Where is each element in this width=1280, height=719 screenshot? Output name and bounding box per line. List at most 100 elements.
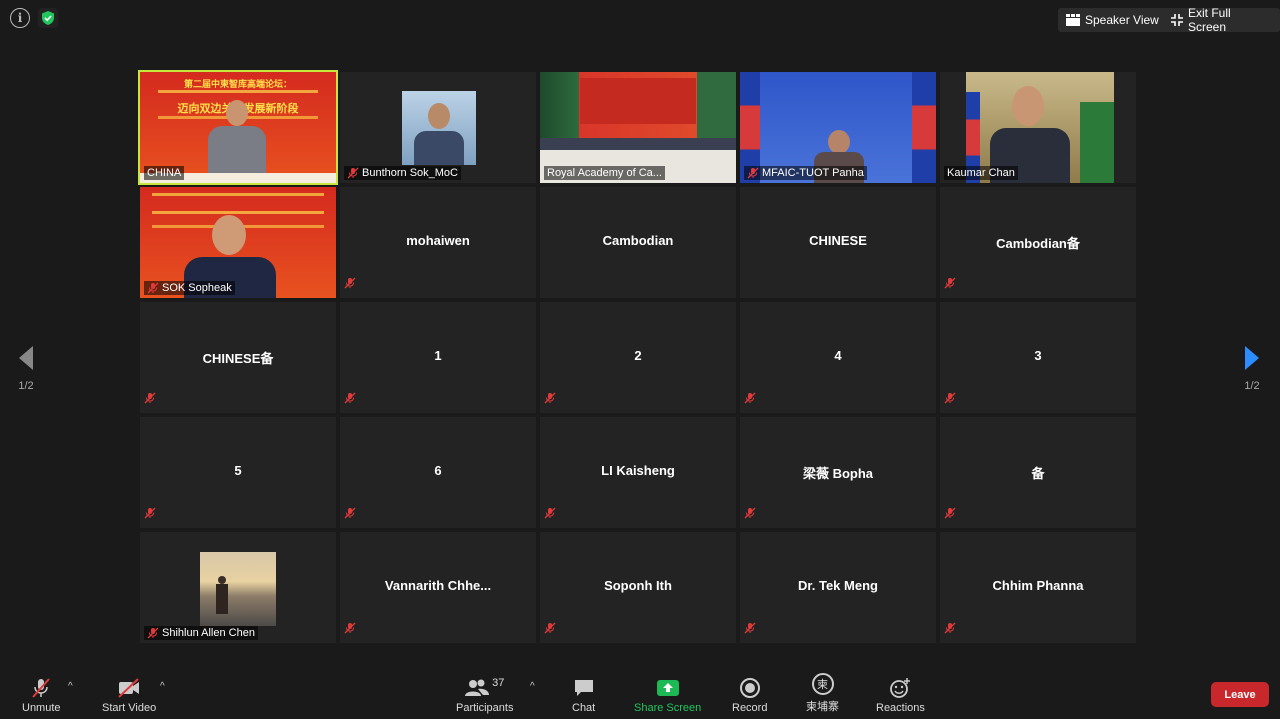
video-tile-china[interactable]: 第二届中柬智库高端论坛： 迈向双边关系发展新阶段 CHINA — [138, 70, 338, 185]
participants-icon — [465, 679, 490, 696]
participant-name: Dr. Tek Meng — [798, 578, 878, 593]
record-button[interactable]: Record — [732, 677, 767, 714]
mic-muted-icon — [344, 276, 356, 294]
speaker-view-button[interactable]: Speaker View — [1058, 8, 1167, 32]
participant-tile[interactable]: 5 — [140, 417, 336, 528]
speaker-view-icon — [1066, 14, 1080, 26]
meeting-toolbar: Unmute ^ Start Video ^ 37 Participants ^… — [0, 671, 1280, 719]
avatar: 柬 — [811, 673, 834, 695]
reactions-label: Reactions — [876, 702, 925, 714]
participant-name: Vannarith Chhe... — [384, 578, 492, 593]
video-off-icon — [116, 677, 142, 699]
participant-name: 备 — [1031, 466, 1045, 481]
participant-name: 梁薇 Bopha — [802, 466, 874, 481]
mic-muted-icon — [347, 167, 359, 179]
mic-muted-icon — [147, 627, 159, 639]
info-icon[interactable]: i — [10, 8, 30, 28]
participant-name: 6 — [434, 463, 442, 478]
chevron-left-icon — [19, 346, 33, 370]
reactions-icon — [888, 677, 912, 699]
profile-photo — [402, 91, 476, 165]
user-profile-button[interactable]: 柬 柬埔寨 — [806, 673, 839, 714]
participant-name: CHINESE备 — [202, 351, 274, 366]
participant-name: mohaiwen — [406, 233, 470, 248]
leave-button[interactable]: Leave — [1211, 682, 1269, 707]
speaker-video — [202, 96, 272, 182]
participant-name: Cambodian — [602, 233, 674, 248]
start-video-label: Start Video — [102, 702, 157, 714]
video-tile-shihlun-allen-chen[interactable]: Shihlun Allen Chen — [140, 532, 336, 643]
mic-muted-icon — [544, 621, 556, 639]
mic-muted-icon — [544, 506, 556, 524]
mic-muted-icon — [744, 506, 756, 524]
participants-button[interactable]: 37 Participants — [456, 677, 513, 714]
share-screen-label: Share Screen — [634, 702, 702, 714]
participant-name: Shihlun Allen Chen — [162, 627, 255, 639]
participant-count: 37 — [492, 677, 505, 689]
video-options-caret[interactable]: ^ — [160, 681, 165, 692]
prev-page-arrow[interactable]: 1/2 — [14, 345, 38, 392]
participant-tile[interactable]: 2 — [540, 302, 736, 413]
participant-tile[interactable]: CHINESE — [740, 187, 936, 298]
mic-muted-icon — [147, 282, 159, 294]
mic-muted-icon — [744, 621, 756, 639]
participant-tile[interactable]: 4 — [740, 302, 936, 413]
mic-muted-icon — [29, 677, 53, 699]
participant-name: 2 — [634, 348, 642, 363]
mic-muted-icon — [544, 391, 556, 409]
page-indicator-right: 1/2 — [1244, 380, 1260, 392]
mic-muted-icon — [944, 276, 956, 294]
user-label: 柬埔寨 — [806, 701, 839, 713]
participant-name: 5 — [234, 463, 242, 478]
exit-full-screen-button[interactable]: Exit Full Screen — [1163, 6, 1280, 34]
participant-tile[interactable]: 1 — [340, 302, 536, 413]
audio-options-caret[interactable]: ^ — [68, 681, 73, 692]
mic-muted-icon — [144, 391, 156, 409]
participant-tile[interactable]: Vannarith Chhe... — [340, 532, 536, 643]
video-tile-kaumar-chan[interactable]: Kaumar Chan — [940, 72, 1136, 183]
banner-title: 第二届中柬智库高端论坛： — [183, 79, 292, 89]
participant-tile[interactable]: CHINESE备 — [140, 302, 336, 413]
participant-name: Royal Academy of Ca... — [547, 167, 662, 179]
video-tile-bunthorn[interactable]: Bunthorn Sok_MoC — [340, 72, 536, 183]
participant-tile[interactable]: Cambodian — [540, 187, 736, 298]
participant-tile[interactable]: 备 — [940, 417, 1136, 528]
next-page-arrow[interactable]: 1/2 — [1240, 345, 1264, 392]
participants-options-caret[interactable]: ^ — [530, 681, 535, 692]
chat-button[interactable]: Chat — [572, 677, 595, 714]
security-shield-icon[interactable] — [38, 8, 58, 28]
speaker-view-label: Speaker View — [1085, 13, 1159, 27]
participant-tile[interactable]: Soponh Ith — [540, 532, 736, 643]
participant-tile[interactable]: 梁薇 Bopha — [740, 417, 936, 528]
share-screen-button[interactable]: Share Screen — [634, 677, 701, 714]
mic-muted-icon — [344, 391, 356, 409]
chat-label: Chat — [572, 702, 596, 714]
exit-full-screen-icon — [1171, 14, 1183, 26]
mic-muted-icon — [944, 506, 956, 524]
mic-muted-icon — [344, 621, 356, 639]
participant-name: Chhim Phanna — [992, 578, 1084, 593]
participant-tile[interactable]: mohaiwen — [340, 187, 536, 298]
unmute-button[interactable]: Unmute — [22, 677, 61, 714]
participant-name: Soponh Ith — [604, 578, 672, 593]
mic-muted-icon — [944, 391, 956, 409]
participant-tile[interactable]: LI Kaisheng — [540, 417, 736, 528]
participant-tile[interactable]: 3 — [940, 302, 1136, 413]
participant-name: 4 — [834, 348, 842, 363]
participant-name: 3 — [1034, 348, 1042, 363]
video-tile-royal-academy[interactable]: Royal Academy of Ca... — [540, 72, 736, 183]
zoom-meeting-window: i Speaker View Exit Full Screen 1/2 1/2 … — [0, 0, 1280, 719]
participant-name: CHINESE — [809, 233, 867, 248]
video-tile-sok-sopheak[interactable]: SOK Sopheak — [140, 187, 336, 298]
participant-tile[interactable]: Chhim Phanna — [940, 532, 1136, 643]
gallery-grid: 第二届中柬智库高端论坛： 迈向双边关系发展新阶段 CHINA Bunthorn … — [138, 70, 1140, 646]
start-video-button[interactable]: Start Video — [102, 677, 156, 714]
video-tile-mfaic[interactable]: MFAIC-TUOT Panha — [740, 72, 936, 183]
participant-name: Kaumar Chan — [947, 167, 1015, 179]
participant-tile[interactable]: Cambodian备 — [940, 187, 1136, 298]
unmute-label: Unmute — [22, 702, 61, 714]
mic-muted-icon — [344, 506, 356, 524]
participant-tile[interactable]: 6 — [340, 417, 536, 528]
participant-tile[interactable]: Dr. Tek Meng — [740, 532, 936, 643]
reactions-button[interactable]: Reactions — [876, 677, 925, 714]
